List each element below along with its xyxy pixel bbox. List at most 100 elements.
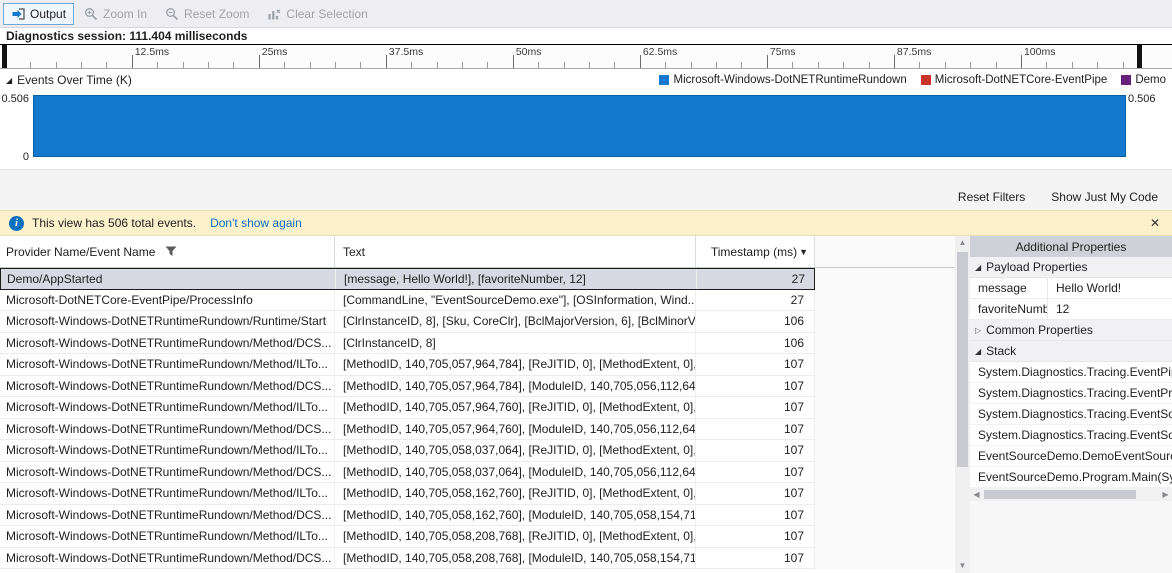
- legend-swatch: [1121, 75, 1132, 85]
- ruler-tick: [258, 55, 260, 68]
- additional-properties-panel: Additional Properties ◢ Payload Properti…: [970, 236, 1172, 573]
- cell-text: [MethodID, 140,705,058,037,064], [Module…: [335, 461, 696, 482]
- ruler-tick-label: 87.5ms: [896, 46, 932, 58]
- cell-timestamp: 107: [696, 397, 815, 418]
- scroll-up-arrow-icon[interactable]: ▲: [955, 236, 970, 250]
- zoom-in-button[interactable]: Zoom In: [76, 3, 155, 25]
- table-row[interactable]: Microsoft-Windows-DotNETRuntimeRundown/M…: [0, 547, 955, 569]
- info-bar: i This view has 506 total events. Don't …: [0, 210, 1172, 236]
- row-filler: [815, 268, 955, 290]
- cell-provider: Microsoft-Windows-DotNETRuntimeRundown/M…: [0, 354, 335, 375]
- ruler-tick: [512, 55, 514, 68]
- reset-filters-button[interactable]: Reset Filters: [958, 190, 1025, 204]
- cell-text: [CommandLine, "EventSourceDemo.exe"], [O…: [335, 289, 696, 310]
- filter-funnel-icon[interactable]: [165, 246, 177, 257]
- timeline-ruler[interactable]: 12.5ms 25ms 37.5ms 50ms 62.5ms 75ms 87.5ms 100m…: [0, 45, 1172, 69]
- main-content: Provider Name/Event Name Text Timestamp …: [0, 236, 1172, 573]
- ruler-tick: [334, 62, 336, 68]
- cell-text: [MethodID, 140,705,058,208,768], [ReJITI…: [335, 526, 696, 547]
- stack-frame[interactable]: EventSourceDemo.Program.Main(Sy: [970, 467, 1172, 488]
- table-row[interactable]: Microsoft-Windows-DotNETRuntimeRundown/M…: [0, 354, 955, 376]
- table-row[interactable]: Microsoft-Windows-DotNETRuntimeRundown/M…: [0, 440, 955, 462]
- row-filler: [815, 289, 955, 311]
- scroll-right-arrow-icon[interactable]: ▶: [1159, 490, 1172, 499]
- stack-frame[interactable]: System.Diagnostics.Tracing.EventSou: [970, 425, 1172, 446]
- reset-zoom-button[interactable]: Reset Zoom: [157, 3, 257, 25]
- legend-item: Microsoft-DotNETCore-EventPipe: [920, 74, 1107, 86]
- stack-frame[interactable]: EventSourceDemo.DemoEventSourc: [970, 446, 1172, 467]
- common-properties-label: Common Properties: [986, 323, 1093, 337]
- table-row[interactable]: Microsoft-DotNETCore-EventPipe/ProcessIn…: [0, 289, 955, 311]
- legend-swatch: [659, 75, 670, 85]
- vertical-scrollbar-thumb[interactable]: [957, 252, 968, 467]
- scroll-down-arrow-icon[interactable]: ▼: [955, 559, 970, 573]
- ruler-tick: [233, 62, 235, 68]
- cell-timestamp: 107: [696, 375, 815, 396]
- ruler-tick: [80, 62, 82, 68]
- scroll-left-arrow-icon[interactable]: ◀: [970, 490, 983, 499]
- panel-horizontal-scrollbar[interactable]: ◀ ▶: [970, 488, 1172, 501]
- table-row[interactable]: Microsoft-Windows-DotNETRuntimeRundown/R…: [0, 311, 955, 333]
- ruler-tick: [1020, 55, 1022, 68]
- stack-group[interactable]: ◢ Stack: [970, 341, 1172, 362]
- table-row[interactable]: Microsoft-Windows-DotNETRuntimeRundown/M…: [0, 461, 955, 483]
- row-filler: [815, 354, 955, 376]
- cell-provider: Microsoft-Windows-DotNETRuntimeRundown/M…: [0, 504, 335, 525]
- table-vertical-scrollbar[interactable]: ▲ ▼: [955, 236, 970, 573]
- table-row[interactable]: Microsoft-Windows-DotNETRuntimeRundown/M…: [0, 397, 955, 419]
- table-body: Demo/AppStarted [message, Hello World!],…: [0, 268, 955, 573]
- table-row[interactable]: Microsoft-Windows-DotNETRuntimeRundown/M…: [0, 526, 955, 548]
- cell-provider: Microsoft-Windows-DotNETRuntimeRundown/M…: [0, 397, 335, 418]
- clear-selection-button[interactable]: Clear Selection: [259, 3, 375, 25]
- dont-show-again-link[interactable]: Don't show again: [210, 216, 302, 230]
- chart-area-fill[interactable]: [33, 95, 1126, 157]
- column-header-text[interactable]: Text: [335, 236, 696, 267]
- table-row[interactable]: Microsoft-Windows-DotNETRuntimeRundown/M…: [0, 332, 955, 354]
- stack-frame[interactable]: System.Diagnostics.Tracing.EventPro: [970, 383, 1172, 404]
- show-just-my-code-button[interactable]: Show Just My Code: [1051, 190, 1158, 204]
- table-row[interactable]: Microsoft-Windows-DotNETRuntimeRundown/M…: [0, 418, 955, 440]
- common-properties-group[interactable]: ▷ Common Properties: [970, 320, 1172, 341]
- ruler-tick-label: 12.5ms: [134, 46, 170, 58]
- y-axis-max-right: 0.506: [1128, 93, 1156, 105]
- table-row[interactable]: Microsoft-Windows-DotNETRuntimeRundown/M…: [0, 375, 955, 397]
- ruler-tick: [868, 62, 870, 68]
- column-header-timestamp[interactable]: Timestamp (ms) ▼: [696, 236, 815, 267]
- ruler-tick: [157, 62, 159, 68]
- cell-text: [message, Hello World!], [favoriteNumber…: [336, 269, 697, 289]
- session-start-marker[interactable]: [2, 45, 7, 68]
- ruler-tick: [1097, 62, 1099, 68]
- events-over-time-header: ◢ Events Over Time (K) Microsoft-Windows…: [0, 69, 1172, 91]
- stack-frame[interactable]: System.Diagnostics.Tracing.EventPip: [970, 362, 1172, 383]
- session-end-marker[interactable]: [1136, 45, 1142, 68]
- ruler-tick: [538, 62, 540, 68]
- table-row[interactable]: Microsoft-Windows-DotNETRuntimeRundown/M…: [0, 504, 955, 526]
- output-button[interactable]: Output: [3, 2, 75, 25]
- cell-timestamp: 107: [696, 461, 815, 482]
- payload-properties-group[interactable]: ◢ Payload Properties: [970, 257, 1172, 278]
- ruler-tick-label: 62.5ms: [642, 46, 678, 58]
- y-axis-min-left: 0: [22, 151, 29, 163]
- ruler-tick: [411, 62, 413, 68]
- cell-provider: Microsoft-Windows-DotNETRuntimeRundown/M…: [0, 332, 335, 353]
- cell-timestamp: 27: [697, 269, 816, 289]
- clear-selection-button-label: Clear Selection: [286, 6, 368, 21]
- info-bar-close-icon[interactable]: ✕: [1150, 216, 1163, 230]
- column-header-provider[interactable]: Provider Name/Event Name: [0, 236, 335, 267]
- row-filler: [815, 483, 955, 505]
- magnifier-plus-icon: [85, 7, 98, 20]
- table-row[interactable]: Demo/AppStarted [message, Hello World!],…: [0, 268, 955, 290]
- cell-text: [MethodID, 140,705,058,162,760], [Module…: [335, 504, 696, 525]
- stack-frame[interactable]: System.Diagnostics.Tracing.EventSou: [970, 404, 1172, 425]
- expanded-triangle-icon[interactable]: ◢: [6, 76, 12, 85]
- events-chart-title: Events Over Time (K): [17, 73, 132, 87]
- chart-legend: Microsoft-Windows-DotNETRuntimeRundown Mi…: [659, 74, 1166, 86]
- row-filler: [815, 397, 955, 419]
- table-row[interactable]: Microsoft-Windows-DotNETRuntimeRundown/M…: [0, 483, 955, 505]
- row-filler: [815, 375, 955, 397]
- horizontal-scrollbar-thumb[interactable]: [984, 490, 1136, 499]
- events-table: Provider Name/Event Name Text Timestamp …: [0, 236, 955, 573]
- ruler-tick-label: 75ms: [769, 46, 796, 58]
- ruler-tick: [741, 62, 743, 68]
- ruler-tick: [55, 62, 57, 68]
